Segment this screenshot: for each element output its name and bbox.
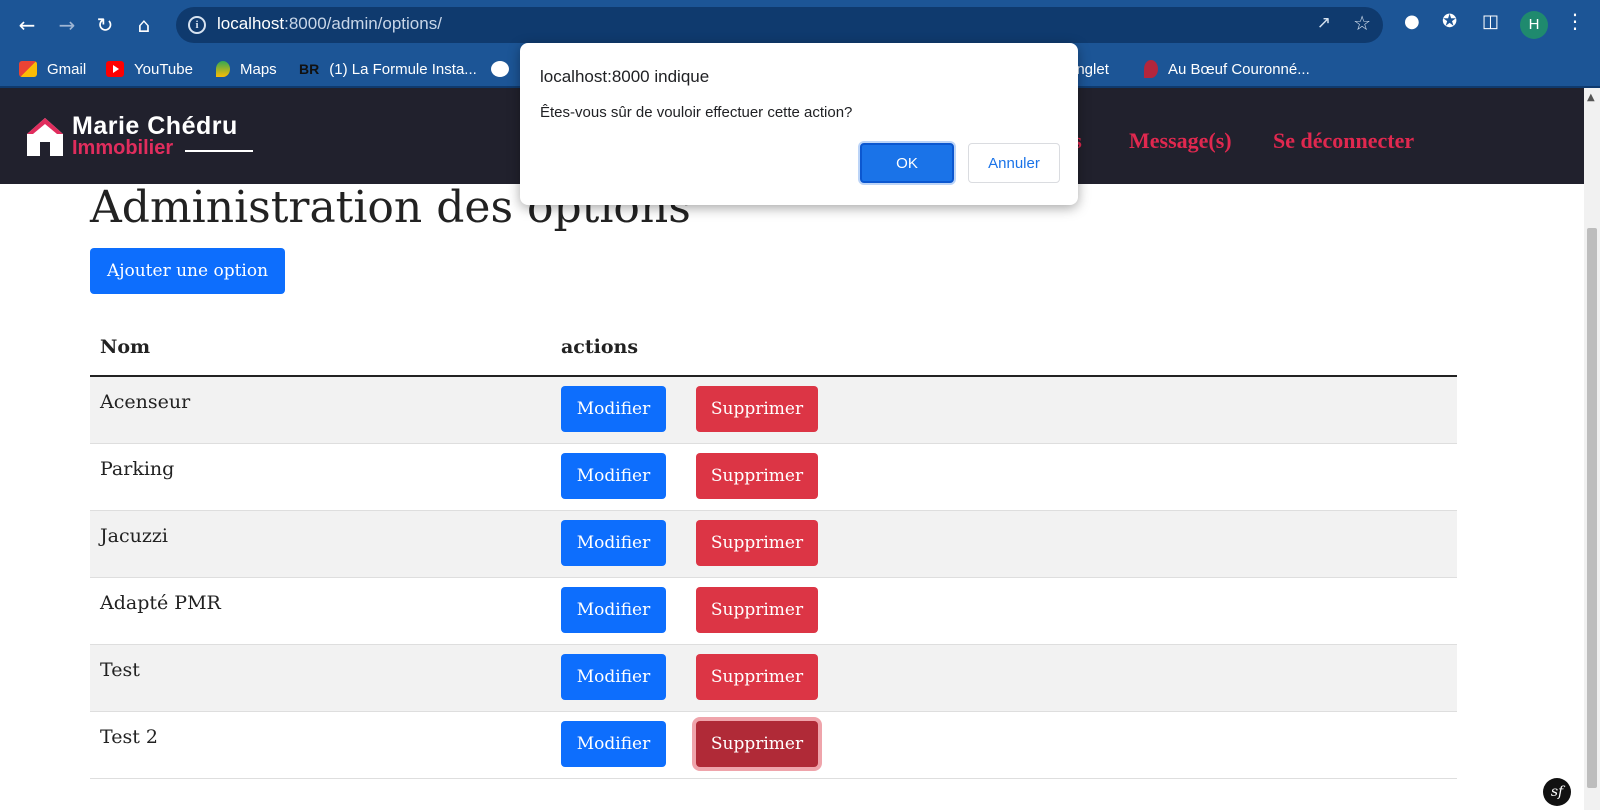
page-scrollbar[interactable]: ▲	[1584, 88, 1600, 810]
bookmark-au-boeuf[interactable]: Au Bœuf Couronné...	[1144, 58, 1310, 80]
pin-icon	[1144, 60, 1158, 78]
add-option-button[interactable]: Ajouter une option	[90, 248, 285, 294]
share-icon[interactable]: ↗	[1317, 13, 1331, 33]
column-header-actions: actions	[561, 336, 639, 358]
home-icon[interactable]: ⌂	[128, 9, 160, 41]
url-text: localhost:8000/admin/options/	[217, 14, 442, 33]
edit-button[interactable]: Modifier	[561, 453, 666, 499]
dialog-ok-button[interactable]: OK	[860, 143, 954, 183]
edit-button[interactable]: Modifier	[561, 386, 666, 432]
edit-button[interactable]: Modifier	[561, 520, 666, 566]
scrollbar-thumb[interactable]	[1587, 228, 1597, 788]
profile-avatar[interactable]: H	[1520, 11, 1548, 39]
nav-link-logout[interactable]: Se déconnecter	[1273, 128, 1414, 154]
forward-arrow-icon[interactable]: →	[51, 9, 83, 41]
gmail-icon	[19, 61, 37, 77]
column-header-name: Nom	[100, 336, 151, 358]
table-row: Parking Modifier Supprimer	[90, 444, 1457, 511]
option-name: Adapté PMR	[100, 592, 221, 614]
option-name: Parking	[100, 458, 175, 480]
table-row: Test 2 Modifier Supprimer	[90, 712, 1457, 779]
youtube-icon	[106, 61, 124, 77]
delete-button[interactable]: Supprimer	[696, 587, 818, 633]
edit-button[interactable]: Modifier	[561, 654, 666, 700]
puzzle-icon[interactable]: ✪	[1442, 11, 1457, 32]
bookmark-star-icon[interactable]: ☆	[1353, 11, 1371, 35]
delete-button[interactable]: Supprimer	[696, 721, 818, 767]
table-row: Adapté PMR Modifier Supprimer	[90, 578, 1457, 645]
house-logo-icon[interactable]	[27, 116, 63, 156]
br-icon: BR	[299, 61, 320, 77]
maps-icon	[216, 61, 230, 77]
dialog-message: Êtes-vous sûr de vouloir effectuer cette…	[540, 104, 853, 121]
logo-subtitle: Immobilier	[72, 137, 174, 159]
edit-button[interactable]: Modifier	[561, 587, 666, 633]
bookmark-la-formule[interactable]: BR (1) La Formule Insta...	[299, 58, 477, 80]
confirm-dialog: localhost:8000 indique Êtes-vous sûr de …	[520, 43, 1078, 205]
delete-button[interactable]: Supprimer	[696, 386, 818, 432]
symfony-toolbar-icon[interactable]: sf	[1543, 778, 1571, 806]
reload-icon[interactable]: ↻	[89, 9, 121, 41]
table-row: Jacuzzi Modifier Supprimer	[90, 511, 1457, 578]
address-bar[interactable]: i localhost:8000/admin/options/ ↗ ☆	[176, 7, 1383, 43]
dialog-title: localhost:8000 indique	[540, 67, 710, 86]
option-name: Jacuzzi	[100, 525, 168, 547]
bookmark-youtube[interactable]: YouTube	[106, 58, 193, 80]
option-name: Test 2	[100, 726, 158, 748]
kebab-menu-icon[interactable]: ⋮	[1565, 9, 1585, 33]
bookmark-globe[interactable]	[491, 58, 519, 80]
side-panel-icon[interactable]: ◫	[1482, 11, 1499, 32]
nav-link-messages[interactable]: Message(s)	[1129, 128, 1232, 154]
option-name: Acenseur	[100, 391, 191, 413]
site-info-icon[interactable]: i	[188, 16, 206, 34]
bookmark-maps[interactable]: Maps	[216, 58, 277, 80]
back-arrow-icon[interactable]: ←	[11, 9, 43, 41]
extension-icon[interactable]: ●	[1404, 11, 1420, 32]
bookmark-gmail[interactable]: Gmail	[19, 58, 86, 80]
delete-button[interactable]: Supprimer	[696, 453, 818, 499]
delete-button[interactable]: Supprimer	[696, 520, 818, 566]
dialog-cancel-button[interactable]: Annuler	[968, 143, 1060, 183]
delete-button[interactable]: Supprimer	[696, 654, 818, 700]
globe-icon	[491, 61, 509, 77]
option-name: Test	[100, 659, 140, 681]
scroll-up-arrow-icon[interactable]: ▲	[1587, 92, 1595, 103]
logo-underline	[185, 150, 253, 152]
edit-button[interactable]: Modifier	[561, 721, 666, 767]
table-row: Test Modifier Supprimer	[90, 645, 1457, 712]
table-row: Acenseur Modifier Supprimer	[90, 377, 1457, 444]
